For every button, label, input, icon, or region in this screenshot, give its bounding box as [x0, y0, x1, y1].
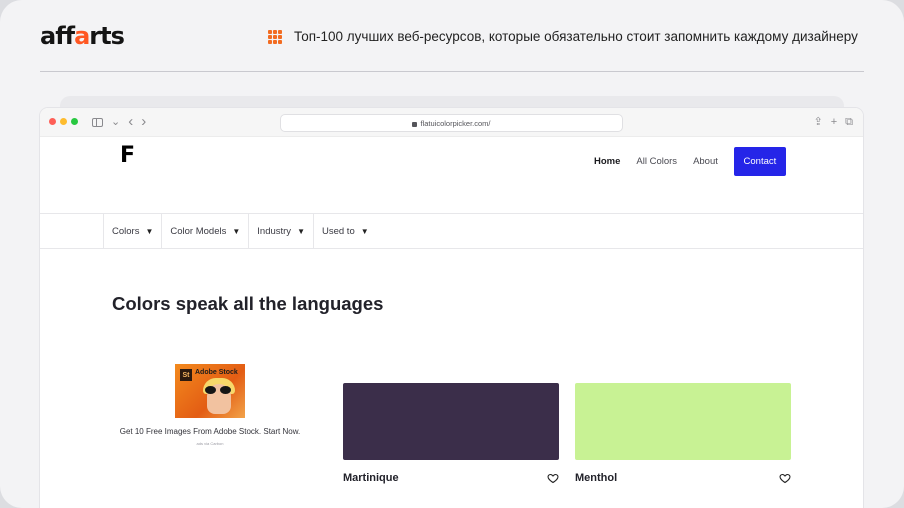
- minimize-window-button[interactable]: [60, 118, 67, 125]
- share-icon[interactable]: ⇪: [813, 115, 822, 129]
- lock-icon: [412, 121, 418, 127]
- color-swatch[interactable]: [343, 383, 559, 460]
- site-logo[interactable]: F: [120, 145, 135, 167]
- tagline-text: Топ-100 лучших веб-ресурсов, которые обя…: [294, 29, 858, 44]
- back-arrow-icon[interactable]: ‹: [128, 114, 133, 129]
- browser-toolbar-left: ⌄ ‹ ›: [92, 114, 146, 129]
- heart-icon[interactable]: [779, 472, 791, 484]
- color-name: Martinique: [343, 472, 399, 484]
- site-header: F Home All Colors About Contact: [40, 137, 863, 214]
- logo-accent-letter: a: [74, 22, 90, 50]
- heart-icon[interactable]: [547, 472, 559, 484]
- address-bar[interactable]: flatuicolorpicker.com/: [280, 114, 623, 132]
- caret-down-icon: ▼: [360, 227, 369, 236]
- filter-label: Industry: [257, 226, 292, 237]
- nav-all-colors[interactable]: All Colors: [636, 156, 677, 167]
- nav-home[interactable]: Home: [594, 156, 620, 167]
- logo-part-1: aff: [40, 22, 75, 50]
- tabs-overview-icon[interactable]: ⧉: [845, 115, 853, 129]
- article-card: affarts Топ-100 лучших веб-ресурсов, кот…: [0, 0, 904, 508]
- filter-list: Colors ▼ Color Models ▼ Industry ▼ Used …: [103, 214, 377, 249]
- adobe-stock-badge: St: [180, 369, 192, 381]
- url-text: flatuicolorpicker.com/: [420, 118, 491, 128]
- caret-down-icon: ▼: [232, 227, 241, 236]
- browser-window: ⌄ ‹ › flatuicolorpicker.com/ ⇪ + ⧉ F Hom…: [40, 108, 863, 508]
- close-window-button[interactable]: [49, 118, 56, 125]
- ad-text[interactable]: Get 10 Free Images From Adobe Stock. Sta…: [110, 427, 310, 436]
- browser-titlebar: ⌄ ‹ › flatuicolorpicker.com/ ⇪ + ⧉: [40, 108, 863, 137]
- filter-industry[interactable]: Industry ▼: [248, 214, 313, 249]
- article-tagline: Топ-100 лучших веб-ресурсов, которые обя…: [268, 28, 858, 46]
- filter-used-to[interactable]: Used to ▼: [312, 214, 377, 249]
- color-card-footer: Martinique: [343, 472, 559, 484]
- color-card[interactable]: Menthol: [575, 383, 791, 484]
- main-nav: Home All Colors About Contact: [594, 147, 786, 176]
- maximize-window-button[interactable]: [71, 118, 78, 125]
- forward-arrow-icon[interactable]: ›: [141, 114, 146, 129]
- nav-about[interactable]: About: [693, 156, 718, 167]
- color-swatch[interactable]: [575, 383, 791, 460]
- filter-label: Used to: [321, 226, 355, 237]
- filter-color-models[interactable]: Color Models ▼: [161, 214, 248, 249]
- filter-label: Color Models: [170, 226, 227, 237]
- filter-bar: Colors ▼ Color Models ▼ Industry ▼ Used …: [40, 214, 863, 249]
- window-controls: [49, 118, 78, 125]
- page-title: Colors speak all the languages: [112, 293, 384, 314]
- ad-brand: Adobe Stock: [195, 369, 238, 376]
- sunglasses-graphic: [205, 386, 235, 394]
- affarts-logo[interactable]: affarts: [40, 21, 125, 51]
- grid-icon: [268, 30, 282, 44]
- ad-image[interactable]: St Adobe Stock: [175, 364, 245, 418]
- color-card-footer: Menthol: [575, 472, 791, 484]
- filter-colors[interactable]: Colors ▼: [103, 214, 161, 249]
- filter-label: Colors: [112, 226, 140, 237]
- logo-part-2: rts: [89, 22, 125, 50]
- color-name: Menthol: [575, 472, 618, 484]
- header-divider: [40, 71, 864, 72]
- caret-down-icon: ▼: [297, 227, 305, 236]
- adobe-stock-ad[interactable]: St Adobe Stock Get 10 Free Images From A…: [110, 364, 310, 446]
- chevron-down-icon[interactable]: ⌄: [111, 116, 120, 128]
- sidebar-toggle-icon[interactable]: [92, 117, 103, 127]
- new-tab-icon[interactable]: +: [831, 115, 837, 129]
- browser-toolbar-right: ⇪ + ⧉: [813, 115, 853, 129]
- caret-down-icon: ▼: [145, 227, 154, 236]
- contact-button[interactable]: Contact: [733, 147, 786, 176]
- ad-attribution[interactable]: ads via Carbon: [110, 441, 310, 446]
- color-card[interactable]: Martinique: [343, 383, 559, 484]
